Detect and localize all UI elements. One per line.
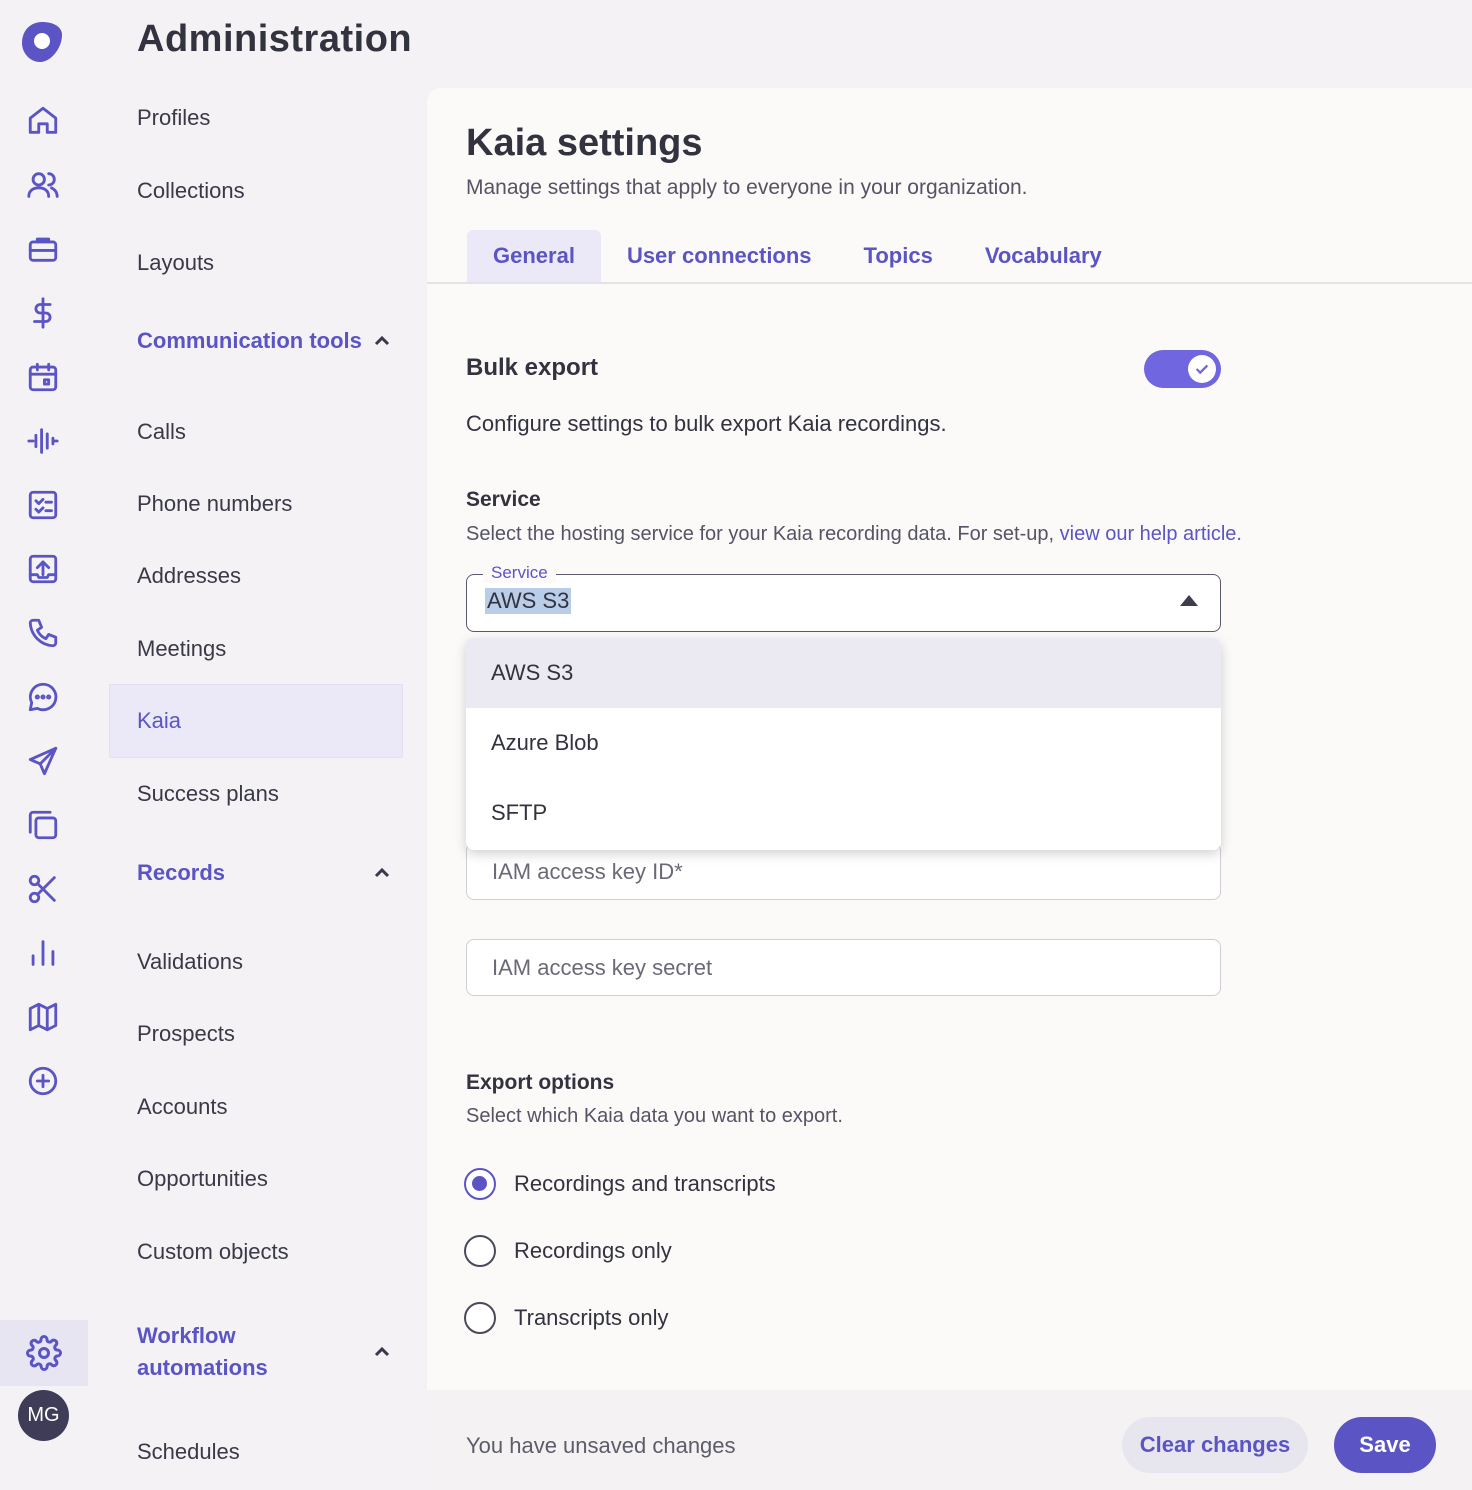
tab-user-connections[interactable]: User connections [601, 230, 838, 282]
phone-icon[interactable] [20, 610, 66, 656]
calendar-icon[interactable] [20, 354, 66, 400]
help-article-link[interactable]: view our help article. [1060, 523, 1242, 545]
nav-item-phone-numbers[interactable]: Phone numbers [110, 468, 402, 540]
nav-section-label: Records [137, 860, 226, 885]
radio-label: Transcripts only [514, 1305, 669, 1330]
page-title: Kaia settings [466, 122, 703, 164]
radio-option-recordings-only[interactable]: Recordings only [464, 1235, 672, 1267]
unsaved-changes-message: You have unsaved changes [466, 1433, 736, 1458]
home-icon[interactable] [20, 98, 66, 144]
chevron-up-icon [372, 331, 392, 351]
toggle-knob [1188, 355, 1216, 383]
service-select-value: AWS S3 [485, 588, 572, 614]
service-select-legend: Service [483, 563, 556, 583]
checklist-icon[interactable] [20, 482, 66, 528]
nav-section-label: Communication tools [137, 328, 362, 353]
bulk-export-description: Configure settings to bulk export Kaia r… [466, 411, 947, 436]
service-dropdown-menu: AWS S3 Azure Blob SFTP [466, 638, 1221, 850]
check-icon [1195, 364, 1209, 375]
chat-icon[interactable] [20, 674, 66, 720]
nav-item-prospects[interactable]: Prospects [110, 998, 402, 1070]
app-logo-icon[interactable] [18, 18, 66, 66]
gear-icon[interactable] [0, 1320, 88, 1386]
map-icon[interactable] [20, 994, 66, 1040]
nav-item-opportunities[interactable]: Opportunities [110, 1143, 402, 1215]
nav-item-validations[interactable]: Validations [110, 926, 402, 998]
nav-item-profiles[interactable]: Profiles [110, 82, 402, 154]
caret-up-icon [1180, 595, 1198, 606]
radio-button[interactable] [464, 1235, 496, 1267]
unsaved-changes-footer: You have unsaved changes Clear changes S… [427, 1390, 1472, 1490]
waveform-icon[interactable] [20, 418, 66, 464]
radio-option-transcripts-only[interactable]: Transcripts only [464, 1302, 668, 1334]
nav-section-label-line2: automations [137, 1355, 268, 1380]
chevron-up-icon [372, 1342, 392, 1362]
nav-section-records[interactable]: Records [110, 860, 402, 886]
upload-icon[interactable] [20, 546, 66, 592]
tab-bar: General User connections Topics Vocabula… [467, 230, 1128, 282]
bulk-export-title: Bulk export [466, 354, 599, 381]
nav-item-accounts[interactable]: Accounts [110, 1071, 402, 1143]
tab-vocabulary[interactable]: Vocabulary [959, 230, 1128, 282]
scissors-icon[interactable] [20, 866, 66, 912]
nav-item-kaia[interactable]: Kaia [110, 685, 402, 757]
chevron-up-icon [372, 863, 392, 883]
radio-option-recordings-and-transcripts[interactable]: Recordings and transcripts [464, 1168, 776, 1200]
nav-item-addresses[interactable]: Addresses [110, 540, 402, 612]
plus-circle-icon[interactable] [20, 1058, 66, 1104]
radio-label: Recordings only [514, 1238, 672, 1263]
radio-label: Recordings and transcripts [514, 1171, 776, 1196]
nav-item-collections[interactable]: Collections [110, 155, 402, 227]
people-icon[interactable] [20, 162, 66, 208]
nav-item-meetings[interactable]: Meetings [110, 613, 402, 685]
clear-changes-button[interactable]: Clear changes [1122, 1417, 1308, 1473]
option-aws-s3[interactable]: AWS S3 [466, 638, 1221, 708]
briefcase-icon[interactable] [20, 226, 66, 272]
iam-access-key-secret-field[interactable]: IAM access key secret [466, 939, 1221, 996]
main-panel: Kaia settings Manage settings that apply… [427, 88, 1472, 1490]
iam-access-key-id-field[interactable]: IAM access key ID* [466, 843, 1221, 900]
copy-icon[interactable] [20, 802, 66, 848]
service-select[interactable]: Service AWS S3 [466, 563, 1221, 632]
page-subtitle: Manage settings that apply to everyone i… [466, 176, 1028, 199]
service-label: Service [466, 488, 541, 511]
send-icon[interactable] [20, 738, 66, 784]
radio-button[interactable] [464, 1302, 496, 1334]
tab-topics[interactable]: Topics [838, 230, 959, 282]
nav-section-label: Workflow automations [137, 1320, 268, 1384]
nav-item-calls[interactable]: Calls [110, 396, 402, 468]
dollar-icon[interactable] [20, 290, 66, 336]
tabs-divider [427, 282, 1472, 284]
nav-item-custom-objects[interactable]: Custom objects [110, 1216, 402, 1288]
option-sftp[interactable]: SFTP [466, 778, 1221, 848]
bulk-export-toggle[interactable] [1144, 350, 1221, 388]
tab-general[interactable]: General [467, 230, 601, 282]
avatar[interactable]: MG [18, 1390, 69, 1441]
nav-section-workflow-automations[interactable]: Workflow automations [110, 1320, 402, 1384]
nav-section-label-line1: Workflow [137, 1323, 236, 1348]
bar-chart-icon[interactable] [20, 930, 66, 976]
icon-rail: MG [0, 0, 88, 1490]
nav-item-layouts[interactable]: Layouts [110, 227, 402, 299]
service-help-prefix: Select the hosting service for your Kaia… [466, 523, 1060, 545]
save-button[interactable]: Save [1334, 1417, 1436, 1473]
export-options-title: Export options [466, 1071, 615, 1094]
app-title: Administration [137, 18, 413, 60]
option-azure-blob[interactable]: Azure Blob [466, 708, 1221, 778]
nav-item-success-plans[interactable]: Success plans [110, 758, 402, 830]
service-help-text: Select the hosting service for your Kaia… [466, 523, 1242, 546]
nav-item-schedules[interactable]: Schedules [110, 1416, 402, 1488]
radio-button[interactable] [464, 1168, 496, 1200]
nav-section-communication-tools[interactable]: Communication tools [110, 328, 402, 354]
export-options-help: Select which Kaia data you want to expor… [466, 1105, 843, 1127]
